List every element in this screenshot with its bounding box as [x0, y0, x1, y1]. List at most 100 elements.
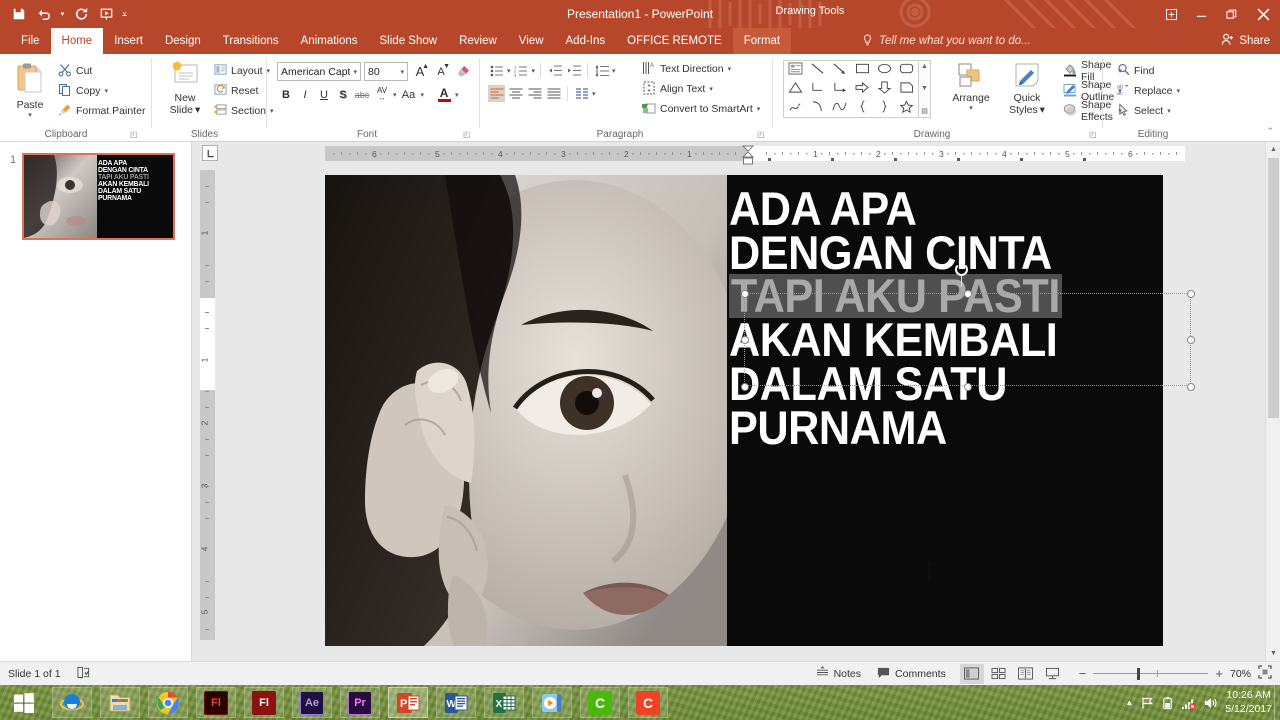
handle-top-center[interactable]: [964, 290, 972, 298]
arc-shape-icon[interactable]: [810, 100, 825, 116]
reading-view-button[interactable]: [1014, 664, 1038, 684]
bullets-dropdown-icon[interactable]: ▾: [507, 67, 511, 75]
notes-button[interactable]: Notes: [808, 662, 869, 686]
paragraph-dialog-launcher[interactable]: ◰: [757, 130, 765, 139]
line-spacing-button[interactable]: [593, 62, 610, 79]
normal-view-button[interactable]: [959, 663, 984, 684]
vertical-ruler[interactable]: 1 1 2 3 4 5: [199, 170, 215, 640]
battery-icon[interactable]: [1161, 696, 1174, 710]
taskbar-camtasia-recorder[interactable]: C: [628, 687, 668, 718]
taskbar-adobe-flash-1[interactable]: Fl: [196, 687, 236, 718]
strikethrough-button[interactable]: abc: [353, 85, 371, 104]
down-arrow-shape-icon[interactable]: [877, 81, 892, 97]
tab-format[interactable]: Format: [732, 28, 792, 54]
handle-top-left[interactable]: [741, 290, 749, 298]
show-desktop-button[interactable]: [1274, 685, 1280, 720]
copy-button[interactable]: Copy ▾: [56, 81, 147, 101]
tab-stop-selector[interactable]: [202, 145, 218, 161]
shapes-gallery[interactable]: [783, 60, 919, 118]
slide-line-2[interactable]: DENGAN CINTA: [729, 229, 1128, 276]
text-shadow-button[interactable]: S: [334, 85, 352, 104]
change-case-dropdown-icon[interactable]: ▾: [421, 91, 425, 99]
zoom-slider[interactable]: [1093, 667, 1209, 681]
font-name-dropdown-icon[interactable]: ▾: [353, 68, 357, 76]
copy-dropdown-icon[interactable]: ▾: [105, 87, 109, 95]
align-text-button[interactable]: Align Text ▾: [640, 79, 762, 99]
right-arrow-shape-icon[interactable]: [855, 81, 870, 97]
tab-home[interactable]: Home: [50, 28, 104, 54]
convert-to-smartart-button[interactable]: Convert to SmartArt ▾: [640, 99, 762, 119]
tell-me-search[interactable]: Tell me what you want to do...: [862, 28, 1031, 54]
horizontal-ruler[interactable]: 6 5 4 3 2 1 1 2 3 4 5 6: [325, 145, 1185, 165]
action-center-flag-icon[interactable]: [1140, 696, 1154, 710]
handle-bottom-center[interactable]: [964, 383, 972, 391]
tab-animations[interactable]: Animations: [290, 28, 369, 54]
arrange-button[interactable]: Arrange ▾: [945, 58, 997, 112]
tab-review[interactable]: Review: [448, 28, 508, 54]
network-icon[interactable]: [1181, 696, 1196, 710]
oval-shape-icon[interactable]: [877, 62, 892, 78]
ribbon-display-options-icon[interactable]: [1156, 0, 1186, 28]
decrease-indent-button[interactable]: [546, 62, 563, 79]
zoom-level-label[interactable]: 70%: [1230, 668, 1251, 680]
new-slide-dropdown-icon[interactable]: ▾: [195, 104, 200, 116]
shapes-more-icon[interactable]: ▤: [921, 107, 928, 115]
show-hidden-icons-icon[interactable]: ▲: [1125, 698, 1133, 707]
quick-styles-button[interactable]: Quick Styles ▾: [1001, 58, 1053, 116]
character-spacing-dropdown-icon[interactable]: ▾: [393, 91, 397, 99]
slide-sorter-view-button[interactable]: [987, 664, 1011, 684]
text-direction-dropdown-icon[interactable]: ▾: [728, 65, 732, 73]
new-slide-button[interactable]: New Slide ▾: [162, 58, 208, 116]
font-size-dropdown-icon[interactable]: ▾: [400, 68, 404, 76]
rounded-rectangle-shape-icon[interactable]: [899, 62, 914, 78]
font-color-dropdown-icon[interactable]: ▾: [455, 91, 459, 99]
numbering-button[interactable]: 123: [513, 62, 530, 79]
align-left-button[interactable]: [488, 85, 505, 102]
bullets-button[interactable]: [488, 62, 505, 79]
select-button[interactable]: Select ▾: [1115, 101, 1182, 121]
handle-middle-right[interactable]: [1187, 336, 1195, 344]
quick-styles-dropdown-icon[interactable]: ▾: [1040, 104, 1045, 116]
tab-slide-show[interactable]: Slide Show: [369, 28, 449, 54]
taskbar-excel[interactable]: X: [484, 687, 524, 718]
taskbar-premiere-pro[interactable]: Pr: [340, 687, 380, 718]
arrow-shape-icon[interactable]: [832, 62, 847, 78]
cut-button[interactable]: Cut: [56, 61, 147, 81]
tab-design[interactable]: Design: [154, 28, 212, 54]
tab-add-ins[interactable]: Add-Ins: [555, 28, 617, 54]
slide-thumbnail-1[interactable]: ADA APA DENGAN CINTA TAPI AKU PASTI AKAN…: [22, 153, 175, 240]
scribble-icon[interactable]: [788, 100, 803, 116]
zoom-out-button[interactable]: −: [1079, 666, 1087, 681]
slide-show-view-button[interactable]: [1041, 664, 1065, 684]
scroll-up-icon[interactable]: ▲: [1266, 142, 1280, 157]
elbow-connector-icon[interactable]: [810, 81, 825, 97]
zoom-slider-handle[interactable]: [1137, 667, 1141, 680]
tab-transitions[interactable]: Transitions: [212, 28, 290, 54]
tab-file[interactable]: File: [10, 28, 51, 54]
line-spacing-dropdown-icon[interactable]: ▾: [612, 67, 616, 75]
share-button[interactable]: Share: [1221, 28, 1270, 54]
handle-top-right[interactable]: [1187, 290, 1195, 298]
columns-button[interactable]: [573, 85, 590, 102]
format-painter-button[interactable]: Format Painter: [56, 101, 147, 121]
align-center-button[interactable]: [507, 85, 524, 102]
select-dropdown-icon[interactable]: ▾: [1167, 107, 1171, 115]
decrease-font-size-button[interactable]: A ▼: [432, 62, 450, 81]
restore-button[interactable]: [1216, 0, 1246, 28]
align-text-dropdown-icon[interactable]: ▾: [709, 85, 713, 93]
zoom-in-button[interactable]: +: [1215, 666, 1223, 681]
columns-dropdown-icon[interactable]: ▾: [592, 90, 596, 98]
paste-dropdown-icon[interactable]: ▾: [28, 111, 32, 119]
curve-shape-icon[interactable]: [832, 100, 847, 116]
indent-markers[interactable]: [740, 145, 756, 167]
star-shape-icon[interactable]: [899, 99, 914, 116]
rectangle-shape-icon[interactable]: [855, 62, 870, 78]
clear-all-formatting-button[interactable]: [453, 62, 471, 81]
slide-line-6[interactable]: PURNAMA: [729, 404, 1128, 451]
clipboard-dialog-launcher[interactable]: ◰: [130, 130, 138, 139]
scrollbar-thumb[interactable]: [1268, 158, 1279, 418]
minimize-button[interactable]: [1186, 0, 1216, 28]
tab-office-remote[interactable]: OFFICE REMOTE: [616, 28, 733, 54]
smartart-dropdown-icon[interactable]: ▾: [757, 105, 761, 113]
increase-font-size-button[interactable]: A ▲: [411, 62, 429, 81]
